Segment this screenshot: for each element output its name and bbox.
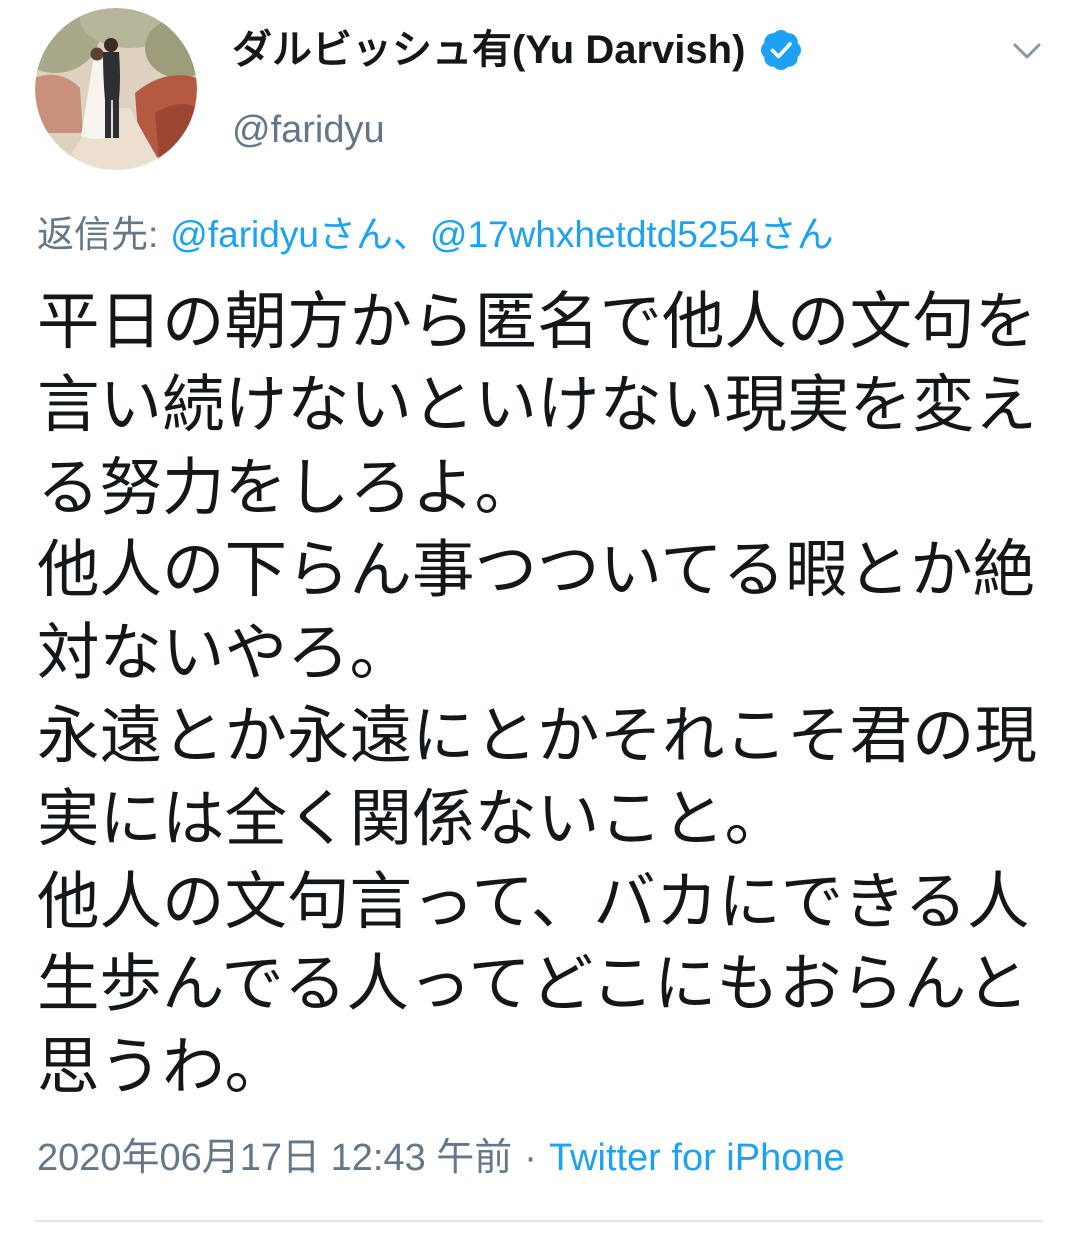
mention-separator: 、 [392, 214, 430, 255]
tweet-paragraph: 他人の文句言って、バカにできる人 生歩んでる人ってどこにもおらんと 思うわ。 [37, 861, 1057, 1109]
tweet-text: 平日の朝方から匿名で他人の文句を 言い続けないといけない現実を変え る努力をしろ… [37, 281, 1057, 1109]
tweet-text-line: 他人の下らん事つついてる暇とか絶 [37, 533, 1036, 607]
display-name[interactable]: ダルビッシュ有(Yu Darvish) [232, 22, 745, 78]
tweet-text-line: 他人の文句言って、バカにできる人 [37, 864, 1030, 938]
reply-context: 返信先: @faridyuさん、@17whxhetdtd5254さん [37, 211, 1057, 259]
tweet-detail: ダルビッシュ有(Yu Darvish) @faridyu 返信先: @farid… [0, 0, 1078, 1248]
reply-mention-link[interactable]: @faridyuさん [170, 214, 393, 255]
tweet-text-line: 思うわ。 [37, 1030, 287, 1104]
timestamp: 2020年06月17日 12:43 午前 [37, 1137, 513, 1179]
meta-separator: · [524, 1137, 537, 1179]
tweet-paragraph: 他人の下らん事つついてる暇とか絶 対ないやろ。 [37, 529, 1057, 695]
avatar-photo [35, 8, 197, 170]
tweet-text-line: 言い続けないといけない現実を変え [37, 367, 1037, 441]
tweet-text-line: 生歩んでる人ってどこにもおらんと [37, 947, 1029, 1021]
author-name-row: ダルビッシュ有(Yu Darvish) [232, 22, 803, 78]
tweet-paragraph: 永遠とか永遠にとかそれこそ君の現 実には全く関係ないこと。 [37, 695, 1057, 861]
author-handle[interactable]: @faridyu [232, 106, 385, 154]
divider [35, 1220, 1043, 1222]
tweet-text-line: 平日の朝方から匿名で他人の文句を [37, 285, 1037, 358]
avatar[interactable] [35, 8, 197, 170]
verified-badge-icon [759, 28, 803, 72]
tweet-meta: 2020年06月17日 12:43 午前 · Twitter for iPhone [37, 1134, 1057, 1182]
tweet-text-line: 実には全く関係ないこと。 [37, 781, 787, 855]
reply-mention-link[interactable]: @17whxhetdtd5254さん [430, 214, 834, 255]
source-link[interactable]: Twitter for iPhone [549, 1137, 845, 1179]
tweet-text-line: 対ないやろ。 [37, 616, 412, 690]
tweet-text-line: 永遠とか永遠にとかそれこそ君の現 [37, 698, 1037, 772]
chevron-down-icon[interactable] [1010, 36, 1044, 66]
tweet-text-line: る努力をしろよ。 [37, 450, 537, 524]
reply-prefix: 返信先: [37, 214, 159, 255]
tweet-paragraph: 平日の朝方から匿名で他人の文句を 言い続けないといけない現実を変え る努力をしろ… [37, 281, 1057, 529]
